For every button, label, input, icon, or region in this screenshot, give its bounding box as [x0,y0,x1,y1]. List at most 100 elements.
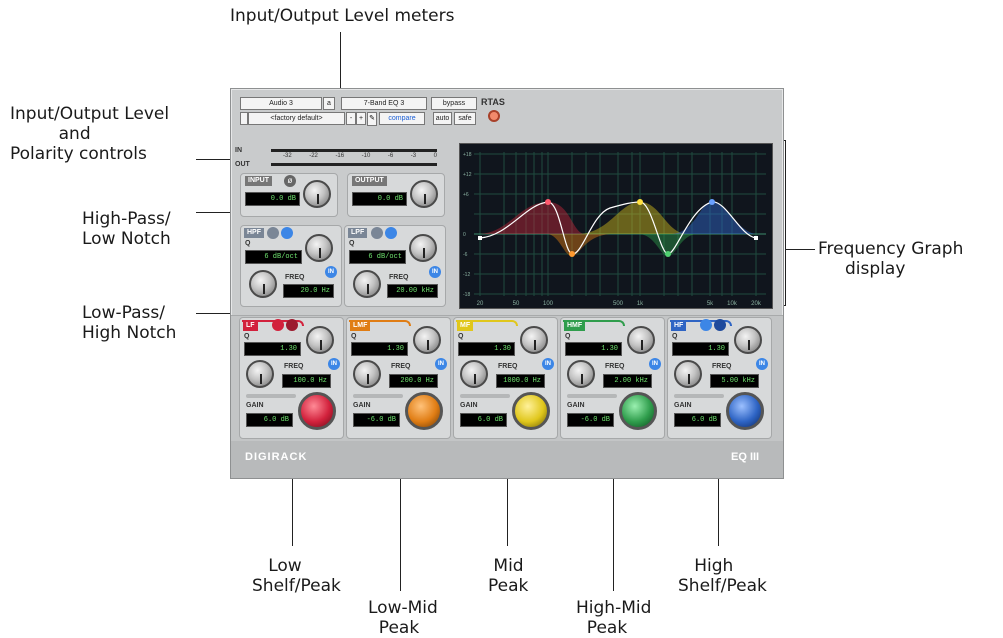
hf-tag: HF [671,321,687,331]
lpf-freq-knob[interactable] [353,270,381,298]
hmf-gain-knob[interactable] [619,392,657,430]
mf-q-knob[interactable] [520,326,548,354]
hf-gain-label: GAIN [674,402,692,409]
high-notch-type-icon[interactable] [385,227,397,239]
hf-q-label: Q [672,333,678,340]
lf-q-label: Q [244,333,250,340]
lmf-band-fill [548,234,610,256]
mf-freq-display: 1000.0 Hz [496,374,545,388]
input-level-knob[interactable] [303,180,331,208]
mf-gain-label: GAIN [460,402,478,409]
lpf-type-icon[interactable] [371,227,383,239]
x-tick: 50 [513,301,520,307]
frequency-graph-svg: +18 +12 +6 0 -6 -12 -18 20 50 100 500 1k… [463,152,766,307]
preset-toggle[interactable] [240,112,248,125]
x-tick: 100 [543,301,554,307]
hf-freq-label: FREQ [712,363,732,370]
meter-tick: 0 [433,153,437,159]
y-tick: +12 [463,172,472,178]
lmf-freq-knob[interactable] [353,360,381,388]
mf-freq-knob[interactable] [460,360,488,388]
x-tick: 500 [613,301,624,307]
lpf-slope-display: 6 dB/oct [349,250,406,264]
callout-lpf: Low-Pass/ High Notch [82,303,177,343]
output-level-knob[interactable] [410,180,438,208]
lmf-q-label: Q [351,333,357,340]
meter-tick: -10 [361,153,371,159]
preset-selector[interactable]: <factory default> [248,112,345,125]
hf-shelf-icon[interactable] [714,319,726,331]
lf-in-button[interactable]: IN [328,358,340,370]
y-tick: -6 [463,252,468,258]
x-tick: 20k [751,301,762,307]
bypass-button[interactable]: bypass [431,97,477,110]
hf-freq-knob[interactable] [674,360,702,388]
auto-button[interactable]: auto [433,112,452,125]
lmf-gain-label: GAIN [353,402,371,409]
x-tick: 20 [477,301,484,307]
preset-plus-button[interactable]: + [356,112,366,125]
x-tick: 1k [637,301,644,307]
lf-gain-display: 6.0 dB [246,413,293,427]
lf-shelf-icon[interactable] [272,319,284,331]
hf-gain-knob[interactable] [726,392,764,430]
slot-selector[interactable]: a [323,97,335,110]
mf-tag: MF [457,321,474,331]
preset-minus-button[interactable]: - [346,112,356,125]
lf-freq-knob[interactable] [246,360,274,388]
hpf-type-icon[interactable] [267,227,279,239]
meter-in-label: IN [235,147,242,154]
leader-polarity [196,159,234,160]
mf-q-label: Q [458,333,464,340]
leader-graph-out [785,249,815,250]
lpf-freq-label: FREQ [389,274,409,281]
mf-gain-display: 6.0 dB [460,413,507,427]
hmf-q-knob[interactable] [627,326,655,354]
lpf-in-button[interactable]: IN [429,266,441,278]
mf-band-panel: MF Q 1.30 IN FREQ 1000.0 Hz GAIN 6.0 dB [453,317,558,439]
hf-in-button[interactable]: IN [756,358,768,370]
hpf-freq-knob[interactable] [249,270,277,298]
lf-gain-knob[interactable] [298,392,336,430]
lpf-slope-knob[interactable] [409,234,437,262]
lf-q-knob[interactable] [306,326,334,354]
hmf-freq-knob[interactable] [567,360,595,388]
hf-q-display: 1.30 [672,342,729,356]
input-level-display: 0.0 dB [245,192,300,206]
lpf-point [754,236,758,240]
hmf-gain-display: -6.0 dB [567,413,614,427]
safe-button[interactable]: safe [454,112,476,125]
dsp-icon[interactable] [488,110,500,122]
hf-band-fill [672,202,756,234]
hpf-tag: HPF [244,228,264,238]
x-tick: 10k [727,301,738,307]
lmf-in-button[interactable]: IN [435,358,447,370]
plugin-footer: DIGIRACK EQ III [231,441,783,478]
hpf-freq-display: 20.0 Hz [283,284,334,298]
hpf-in-button[interactable]: IN [325,266,337,278]
frequency-graph[interactable]: +18 +12 +6 0 -6 -12 -18 20 50 100 500 1k… [459,143,773,309]
meter-tick: -3 [410,153,417,159]
hf-band-panel: HF Q 1.30 IN FREQ 5.00 kHz GAIN 6.0 dB [667,317,772,439]
output-level-display: 0.0 dB [352,192,407,206]
hmf-in-button[interactable]: IN [649,358,661,370]
hf-q-knob[interactable] [734,326,762,354]
librarian-icon[interactable]: ✎ [367,112,377,126]
mf-band-fill [580,202,686,234]
hpf-slope-knob[interactable] [305,234,333,262]
meter-tick: -32 [283,153,292,159]
mf-gain-knob[interactable] [512,392,550,430]
mf-q-display: 1.30 [458,342,515,356]
output-label: OUTPUT [352,176,387,186]
lmf-gain-knob[interactable] [405,392,443,430]
lmf-q-knob[interactable] [413,326,441,354]
lf-peak-icon[interactable] [286,319,298,331]
track-selector[interactable]: Audio 3 [240,97,322,110]
mf-in-button[interactable]: IN [542,358,554,370]
hf-peak-icon[interactable] [700,319,712,331]
compare-button[interactable]: compare [379,112,425,125]
y-tick: -12 [463,272,470,278]
plugin-selector[interactable]: 7-Band EQ 3 [341,97,427,110]
notch-type-icon[interactable] [281,227,293,239]
polarity-button[interactable]: ø [284,175,296,187]
